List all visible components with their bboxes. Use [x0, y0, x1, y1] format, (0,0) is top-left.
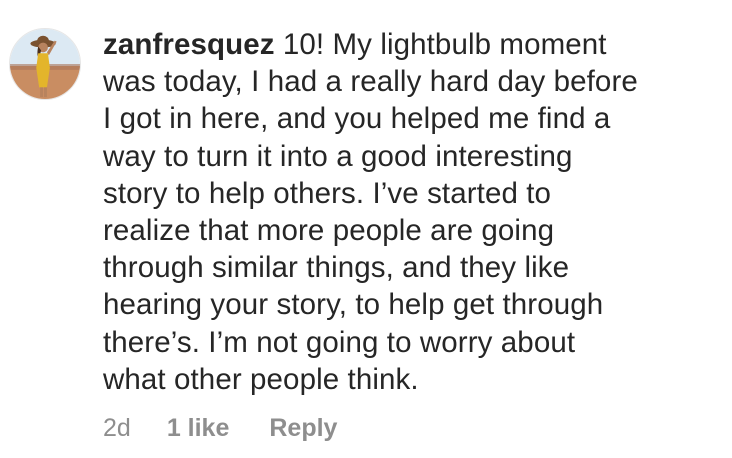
comment-username[interactable]: zanfresquez: [103, 28, 275, 61]
comment-likes-count[interactable]: 1 like: [167, 414, 230, 443]
comment-timestamp: 2d: [103, 413, 131, 442]
avatar[interactable]: [9, 28, 81, 100]
avatar-photo-icon: [10, 29, 80, 99]
comment-item: zanfresquez 10! My lightbulb moment was …: [0, 0, 732, 458]
comment-text: 10! My lightbulb moment was today, I had…: [103, 28, 638, 396]
comment-body: zanfresquez 10! My lightbulb moment was …: [103, 26, 713, 398]
comment-meta-row: 2d 1 like Reply: [103, 410, 337, 446]
reply-button[interactable]: Reply: [269, 414, 337, 443]
